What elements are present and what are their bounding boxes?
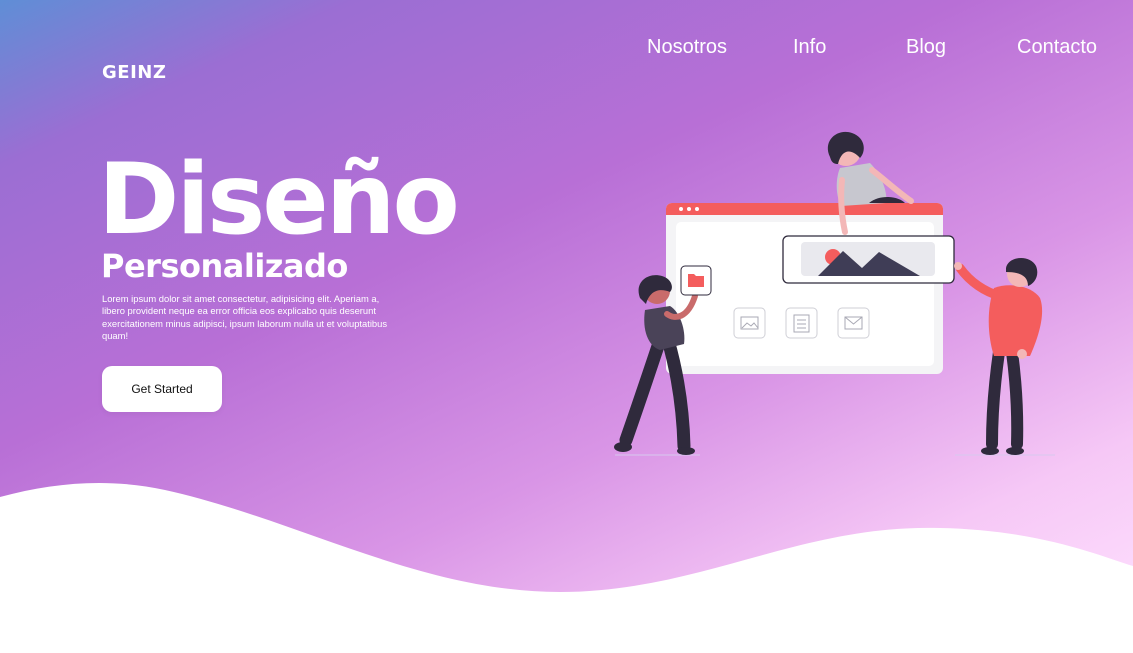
picture-card-icon — [782, 235, 955, 284]
nav-item-contacto[interactable]: Contacto — [1017, 36, 1097, 59]
hero-description: Lorem ipsum dolor sit amet consectetur, … — [102, 293, 388, 341]
get-started-button[interactable]: Get Started — [102, 366, 222, 412]
nav-item-nosotros[interactable]: Nosotros — [647, 36, 727, 59]
mail-icon — [837, 307, 870, 339]
image-icon — [733, 307, 766, 339]
nav-item-info[interactable]: Info — [793, 36, 826, 59]
document-icon — [785, 307, 818, 339]
hero-title: Diseño — [98, 143, 460, 257]
hero-illustration — [614, 131, 1055, 456]
nav-item-blog[interactable]: Blog — [906, 36, 946, 59]
hero-subtitle: Personalizado — [101, 247, 348, 285]
person-right-illustration — [954, 257, 1043, 455]
main-nav: Nosotros Info Blog Contacto — [0, 36, 1133, 66]
